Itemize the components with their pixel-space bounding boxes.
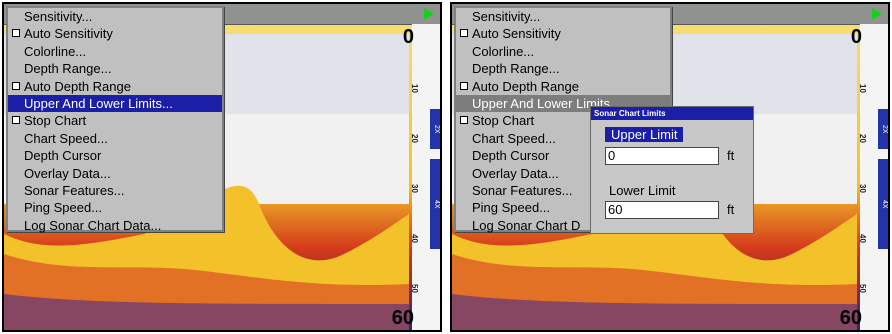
menu-item-label: Stop Chart <box>24 113 87 129</box>
menu-item-label: Sonar Features... <box>472 182 573 198</box>
menu-item-label: Sensitivity... <box>472 9 541 24</box>
menu-item-chart-speed[interactable]: Chart Speed... <box>8 130 222 147</box>
depth-top-label: 0 <box>402 26 414 48</box>
menu-item-auto-sensitivity[interactable]: Auto Sensitivity <box>456 25 670 42</box>
menu-item-colorline[interactable]: Colorline... <box>456 43 670 60</box>
menu-item-label: Sonar Features... <box>24 182 125 198</box>
menu-item-overlay-data[interactable]: Overlay Data... <box>8 165 222 182</box>
sonar-panel-left: 10 20 30 40 50 2X 4X 0 60 Sensitivity...… <box>2 2 442 332</box>
checkbox[interactable] <box>460 81 468 90</box>
depth-bottom-label: 60 <box>839 307 862 329</box>
scale-label: 40 <box>409 234 419 243</box>
scale-label: 50 <box>857 284 867 293</box>
checkbox[interactable] <box>12 29 20 38</box>
zoom-4x-indicator: 4X <box>430 159 440 249</box>
menu-item-depth-cursor[interactable]: Depth Cursor <box>8 147 222 164</box>
menu-item-label: Depth Range... <box>472 61 560 77</box>
depth-top-label: 0 <box>850 26 862 48</box>
checkbox[interactable] <box>460 116 468 125</box>
menu-item-label: Overlay Data... <box>472 165 559 181</box>
menu-item-label: Colorline... <box>24 43 87 59</box>
lower-limit-label: Lower Limit <box>609 183 676 198</box>
upper-limit-input[interactable]: 0 <box>605 147 719 165</box>
sonar-menu: Sensitivity... Auto Sensitivity Colorlin… <box>6 6 224 234</box>
menu-item-label: Chart Speed... <box>472 130 556 146</box>
menu-item-depth-range[interactable]: Depth Range... <box>8 60 222 77</box>
menu-item-label: Upper And Lower Limits... <box>24 95 173 111</box>
scale-label: 10 <box>857 84 867 93</box>
menu-item-label: Depth Cursor <box>472 148 550 164</box>
upper-limit-label: Upper Limit <box>605 127 684 142</box>
menu-item-label: Depth Range... <box>24 61 112 77</box>
menu-item-label: Auto Sensitivity <box>472 26 561 42</box>
sonar-chart-limits-dialog: Sonar Chart Limits Upper Limit 0 ft Lowe… <box>590 106 754 234</box>
play-icon <box>872 8 882 20</box>
scale-label: 30 <box>409 184 419 193</box>
checkbox[interactable] <box>460 29 468 38</box>
menu-item-label: Overlay Data... <box>24 165 111 181</box>
menu-item-auto-depth-range[interactable]: Auto Depth Range <box>456 78 670 95</box>
menu-item-auto-sensitivity[interactable]: Auto Sensitivity <box>8 25 222 42</box>
menu-item-auto-depth-range[interactable]: Auto Depth Range <box>8 78 222 95</box>
menu-item-label: Ping Speed... <box>472 200 551 216</box>
play-icon <box>424 8 434 20</box>
menu-item-label: Ping Speed... <box>24 200 103 216</box>
zoom-4x-indicator: 4X <box>878 159 888 249</box>
zoom-2x-indicator: 2X <box>878 109 888 149</box>
menu-item-label: Sensitivity... <box>24 9 93 24</box>
menu-item-label: Log Sonar Chart D <box>472 217 581 233</box>
menu-item-label: Auto Sensitivity <box>24 26 113 42</box>
menu-item-label: Depth Cursor <box>24 148 102 164</box>
upper-limit-unit: ft <box>727 148 735 163</box>
menu-item-depth-range[interactable]: Depth Range... <box>456 60 670 77</box>
menu-item-label: Stop Chart <box>472 113 535 129</box>
scale-label: 20 <box>409 134 419 143</box>
lower-limit-input[interactable]: 60 <box>605 201 719 219</box>
menu-item-label: Auto Depth Range <box>472 78 579 94</box>
menu-item-label: Chart Speed... <box>24 130 108 146</box>
menu-item-label: Log Sonar Chart Data... <box>24 217 162 233</box>
menu-item-sensitivity[interactable]: Sensitivity... <box>456 8 670 25</box>
scale-label: 50 <box>409 284 419 293</box>
scale-label: 20 <box>857 134 867 143</box>
dialog-title: Sonar Chart Limits <box>591 107 753 120</box>
scale-label: 10 <box>409 84 419 93</box>
menu-item-label: Colorline... <box>472 43 535 59</box>
lower-limit-unit: ft <box>727 202 735 217</box>
scale-label: 40 <box>857 234 867 243</box>
checkbox[interactable] <box>12 116 20 125</box>
menu-item-sonar-features[interactable]: Sonar Features... <box>8 182 222 199</box>
menu-item-label: Auto Depth Range <box>24 78 131 94</box>
menu-item-colorline[interactable]: Colorline... <box>8 43 222 60</box>
menu-item-sensitivity[interactable]: Sensitivity... <box>8 8 222 25</box>
scale-label: 30 <box>857 184 867 193</box>
menu-item-log-sonar-chart-data[interactable]: Log Sonar Chart Data... <box>8 217 222 234</box>
menu-item-upper-lower-limits[interactable]: Upper And Lower Limits... <box>8 94 222 113</box>
menu-item-ping-speed[interactable]: Ping Speed... <box>8 199 222 216</box>
depth-bottom-label: 60 <box>391 307 414 329</box>
menu-item-stop-chart[interactable]: Stop Chart <box>8 112 222 129</box>
checkbox[interactable] <box>12 81 20 90</box>
sonar-panel-right: 10 20 30 40 50 2X 4X 0 60 Sensitivity...… <box>450 2 890 332</box>
zoom-2x-indicator: 2X <box>430 109 440 149</box>
